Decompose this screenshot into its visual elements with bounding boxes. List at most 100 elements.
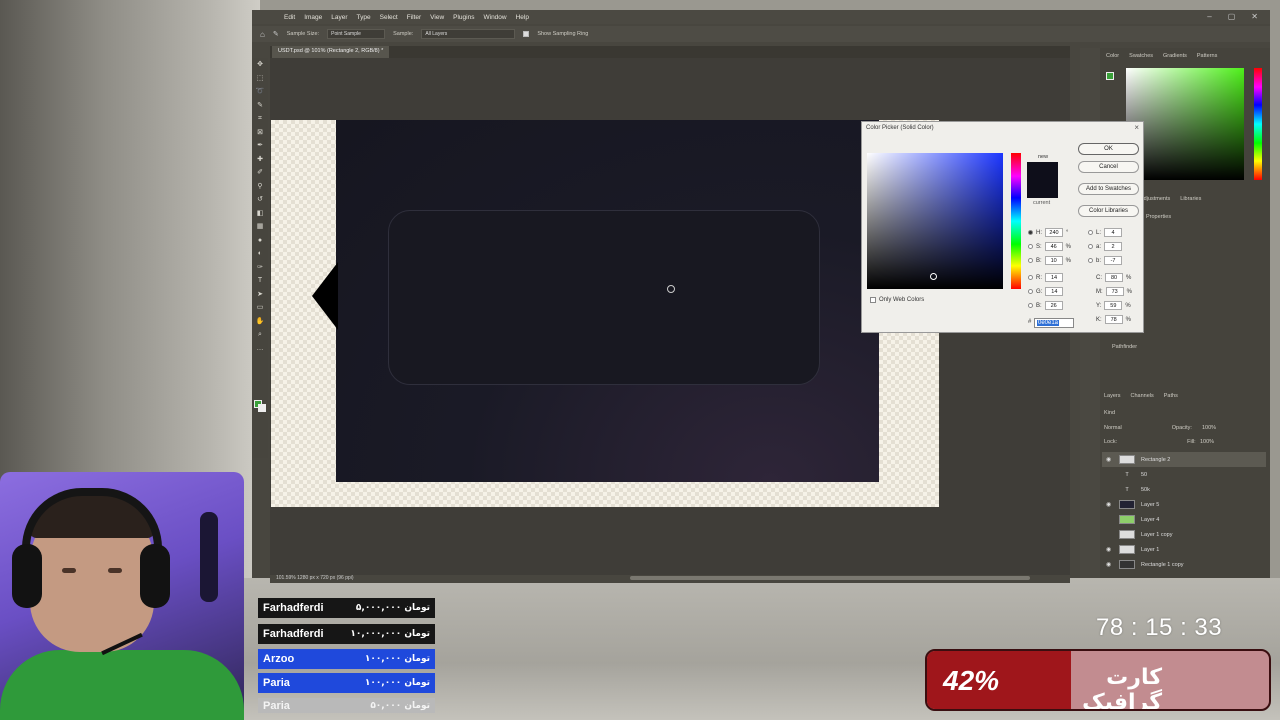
maximize-icon[interactable]: ▢ [1228,12,1236,21]
layer-row[interactable]: T 50 [1102,467,1266,482]
lab-l-input[interactable]: 4 [1104,228,1123,237]
tab-gradients[interactable]: Gradients [1163,53,1187,59]
red-input[interactable]: 14 [1045,273,1063,282]
lab-b-input[interactable]: -7 [1104,256,1123,265]
layer-row[interactable]: ◉ Rectangle 1 copy [1102,557,1266,572]
type-tool-icon[interactable]: T [252,274,268,288]
magenta-input[interactable]: 73 [1105,287,1124,296]
current-color-swatch[interactable] [1027,180,1058,198]
gradient-tool-icon[interactable]: ▦ [252,220,268,234]
more-tools-icon[interactable]: … [252,342,268,356]
history-brush-icon[interactable]: ↺ [252,193,268,207]
color-libraries-button[interactable]: Color Libraries [1078,205,1139,217]
saturation-input[interactable]: 46 [1044,242,1063,251]
layers-kind-filter[interactable]: Kind [1104,410,1115,416]
tab-layers[interactable]: Layers [1104,393,1121,399]
marquee-tool-icon[interactable]: ⬚ [252,72,268,86]
quick-select-tool-icon[interactable]: ✎ [252,99,268,113]
dodge-tool-icon[interactable]: ◐ [252,247,268,261]
stamp-tool-icon[interactable]: ⚲ [252,180,268,194]
tab-paths[interactable]: Paths [1164,393,1178,399]
green-radio[interactable] [1028,289,1033,294]
menu-select[interactable]: Select [380,14,398,21]
pen-tool-icon[interactable]: ✑ [252,261,268,275]
rounded-rectangle-shape[interactable] [388,210,820,385]
menu-view[interactable]: View [430,14,444,21]
tab-channels[interactable]: Channels [1131,393,1154,399]
eye-icon[interactable]: ◉ [1106,501,1113,508]
zoom-tool-icon[interactable]: ⌕ [252,328,268,342]
blue-radio[interactable] [1028,303,1033,308]
layer-row[interactable]: ◉ Layer 5 [1102,497,1266,512]
only-web-colors-checkbox[interactable] [870,297,876,303]
sample-select[interactable]: All Layers [421,29,516,39]
hex-input[interactable]: 0e0e1a [1034,318,1074,328]
eye-icon[interactable]: ◉ [1106,456,1113,463]
add-to-swatches-button[interactable]: Add to Swatches [1078,183,1139,195]
menu-image[interactable]: Image [304,14,322,21]
blue-input[interactable]: 26 [1044,301,1063,310]
hue-input[interactable]: 240 [1045,228,1063,237]
tab-swatches[interactable]: Swatches [1129,53,1153,59]
layer-row[interactable]: T 50k [1102,482,1266,497]
blend-mode-select[interactable]: Normal [1104,425,1122,431]
frame-tool-icon[interactable]: ⊠ [252,126,268,140]
eye-icon[interactable]: ◉ [1106,546,1113,553]
brush-tool-icon[interactable]: ✐ [252,166,268,180]
healing-brush-icon[interactable]: ✚ [252,153,268,167]
color-panel-hue-slider[interactable] [1254,68,1262,180]
brightness-radio[interactable] [1028,258,1033,263]
lab-l-radio[interactable] [1088,230,1093,235]
tab-adjustments[interactable]: Adjustments [1140,196,1170,202]
crop-tool-icon[interactable]: ⌗ [252,112,268,126]
menu-plugins[interactable]: Plugins [453,14,474,21]
tab-libraries[interactable]: Libraries [1180,196,1201,202]
eraser-tool-icon[interactable]: ◧ [252,207,268,221]
background-color-swatch[interactable] [258,404,266,412]
menu-layer[interactable]: Layer [331,14,347,21]
eye-icon[interactable]: ◉ [1106,561,1113,568]
fill-value[interactable]: 100% [1200,439,1214,445]
menu-help[interactable]: Help [516,14,529,21]
color-panel-foreground-swatch[interactable] [1106,72,1114,80]
black-input[interactable]: 78 [1104,315,1123,324]
minimize-icon[interactable]: – [1207,12,1211,21]
move-tool-icon[interactable]: ✥ [252,58,268,72]
lab-a-input[interactable]: 2 [1104,242,1123,251]
saturation-brightness-field[interactable] [867,153,1003,289]
sample-size-select[interactable]: Point Sample [327,29,386,39]
menu-filter[interactable]: Filter [407,14,421,21]
cancel-button[interactable]: Cancel [1078,161,1139,173]
green-input[interactable]: 14 [1045,287,1064,296]
document-tab[interactable]: USDT.psd @ 101% (Rectangle 2, RGB/8) * [272,46,390,58]
tab-patterns[interactable]: Patterns [1197,53,1217,59]
blur-tool-icon[interactable]: ● [252,234,268,248]
shape-tool-icon[interactable]: ▭ [252,301,268,315]
menu-type[interactable]: Type [357,14,371,21]
layer-row[interactable]: ◉ Rectangle 2 [1102,452,1266,467]
hue-radio[interactable] [1028,230,1033,235]
ok-button[interactable]: OK [1078,143,1139,155]
eyedropper-icon[interactable]: ✒ [252,139,268,153]
tab-color[interactable]: Color [1106,53,1119,59]
brightness-input[interactable]: 10 [1044,256,1063,265]
home-icon[interactable]: ⌂ [260,30,265,39]
hue-slider[interactable] [1011,153,1021,289]
close-icon[interactable]: ✕ [1251,12,1258,21]
hand-tool-icon[interactable]: ✋ [252,315,268,329]
yellow-input[interactable]: 59 [1104,301,1123,310]
layer-row[interactable]: Layer 4 [1102,512,1266,527]
path-select-icon[interactable]: ➤ [252,288,268,302]
menu-edit[interactable]: Edit [284,14,295,21]
menu-window[interactable]: Window [483,14,506,21]
eyedropper-tool-icon[interactable]: ✎ [273,30,279,38]
saturation-radio[interactable] [1028,244,1033,249]
opacity-value[interactable]: 100% [1202,425,1216,431]
cyan-input[interactable]: 80 [1105,273,1123,282]
lab-b-radio[interactable] [1088,258,1093,263]
show-sampling-ring-checkbox[interactable] [523,31,530,37]
lasso-tool-icon[interactable]: ➰ [252,85,268,99]
lab-a-radio[interactable] [1088,244,1093,249]
horizontal-scrollbar[interactable] [630,576,1030,580]
close-icon[interactable]: × [1134,123,1139,132]
